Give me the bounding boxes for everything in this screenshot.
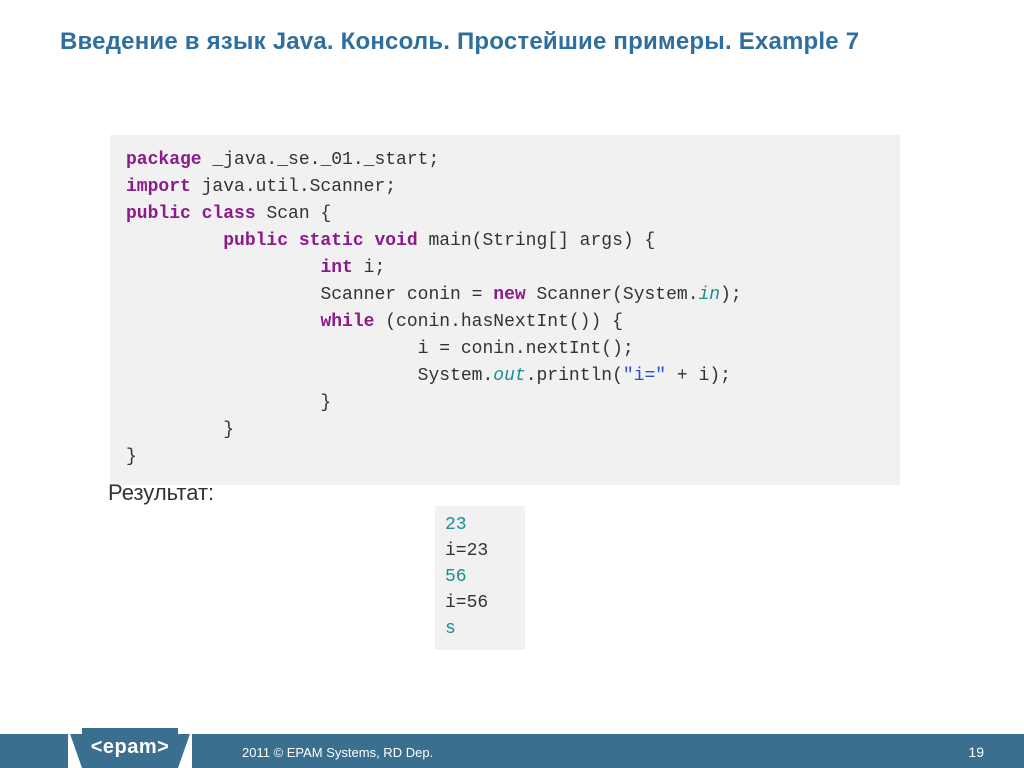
slide-title: Введение в язык Java. Консоль. Простейши… <box>60 28 984 56</box>
slide: Введение в язык Java. Консоль. Простейши… <box>0 0 1024 768</box>
code-text: } <box>126 393 331 413</box>
epam-logo: <epam> <box>82 728 178 768</box>
code-text: Scanner conin = <box>320 285 493 305</box>
code-indent <box>126 312 320 332</box>
string-literal: "i=" <box>623 366 666 386</box>
code-text: System. <box>418 366 494 386</box>
keyword-new: new <box>493 285 525 305</box>
code-text: Scan { <box>266 204 331 224</box>
code-block: package _java._se._01._start; import jav… <box>110 135 900 485</box>
code-indent <box>126 231 223 251</box>
code-text: _java._se._01._start; <box>202 150 440 170</box>
keyword-int: int <box>320 258 352 278</box>
code-text: + i); <box>666 366 731 386</box>
code-indent <box>126 258 320 278</box>
copyright-text: 2011 © EPAM Systems, RD Dep. <box>242 745 433 760</box>
code-text: .println( <box>526 366 623 386</box>
code-text: } <box>126 420 234 440</box>
epam-logo-text: <epam> <box>82 736 178 759</box>
keyword-import: import <box>126 177 191 197</box>
output-line: i=23 <box>445 541 488 561</box>
page-number: 19 <box>968 744 984 760</box>
keyword-package: package <box>126 150 202 170</box>
footer-bar: <epam> 2011 © EPAM Systems, RD Dep. 19 <box>0 734 1024 768</box>
keyword-class: public class <box>126 204 266 224</box>
code-text: i = conin.nextInt(); <box>126 339 634 359</box>
output-input: 56 <box>445 567 467 587</box>
output-line: i=56 <box>445 593 488 613</box>
code-text: main(String[] args) { <box>428 231 655 251</box>
code-text: (conin.hasNextInt()) { <box>374 312 622 332</box>
code-text: Scanner(System. <box>526 285 699 305</box>
keyword-while: while <box>320 312 374 332</box>
code-text: } <box>126 447 137 467</box>
field-out: out <box>493 366 525 386</box>
field-in: in <box>699 285 721 305</box>
code-indent <box>126 285 320 305</box>
code-indent <box>126 366 418 386</box>
result-label: Результат: <box>108 480 214 506</box>
code-text: ); <box>720 285 742 305</box>
code-text: i; <box>353 258 385 278</box>
output-input: 23 <box>445 515 467 535</box>
keyword-main: public static void <box>223 231 428 251</box>
output-input: s <box>445 619 456 639</box>
output-block: 23 i=23 56 i=56 s <box>435 506 525 650</box>
code-text: java.util.Scanner; <box>191 177 396 197</box>
